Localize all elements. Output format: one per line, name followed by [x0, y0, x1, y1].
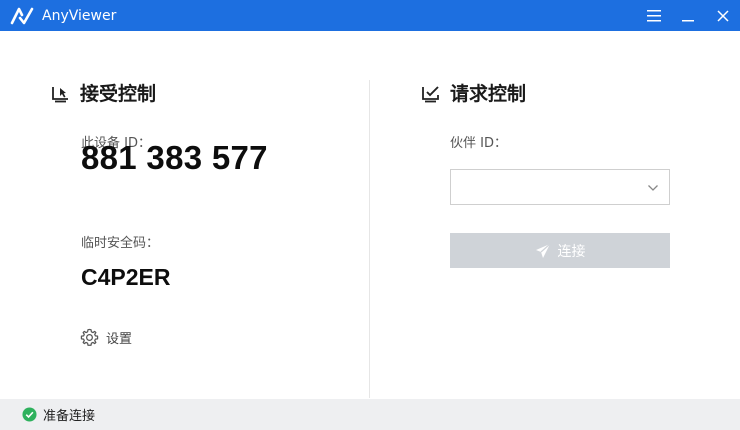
chevron-down-icon: [648, 185, 658, 191]
connect-label: 连接: [557, 243, 586, 260]
receive-control-header: 接受控制: [51, 82, 156, 106]
monitor-cursor-icon: [52, 87, 68, 103]
close-icon: [717, 9, 729, 22]
menu-icon: [647, 9, 661, 21]
send-icon: [535, 243, 550, 258]
gear-icon: [80, 328, 99, 346]
request-control-title: 请求控制: [450, 83, 527, 105]
request-control-header: 请求控制: [421, 82, 526, 106]
title-bar: AnyViewer: [0, 0, 740, 31]
partner-id-dropdown[interactable]: [450, 169, 670, 205]
app-title: AnyViewer: [42, 8, 117, 24]
close-button[interactable]: [706, 0, 740, 31]
status-text: 准备连接: [43, 409, 96, 424]
receive-control-title: 接受控制: [80, 83, 157, 105]
minimize-icon: [682, 19, 694, 21]
temp-code-label: 临时安全码：: [81, 236, 160, 251]
device-id-value: 881 383 577: [81, 139, 268, 176]
check-circle-icon: [22, 407, 37, 422]
settings-button[interactable]: 设置: [80, 328, 132, 347]
panel-divider: [369, 80, 370, 398]
partner-id-label: 伙伴 ID：: [450, 136, 507, 151]
minimize-button[interactable]: [671, 0, 705, 31]
status-bar: 准备连接: [0, 399, 740, 430]
settings-label: 设置: [106, 332, 133, 347]
anyviewer-logo-icon: [10, 7, 34, 25]
monitor-check-icon: [422, 86, 439, 103]
menu-button[interactable]: [637, 0, 671, 31]
connect-button[interactable]: 连接: [450, 233, 670, 268]
temp-code-value: C4P2ER: [81, 264, 171, 290]
